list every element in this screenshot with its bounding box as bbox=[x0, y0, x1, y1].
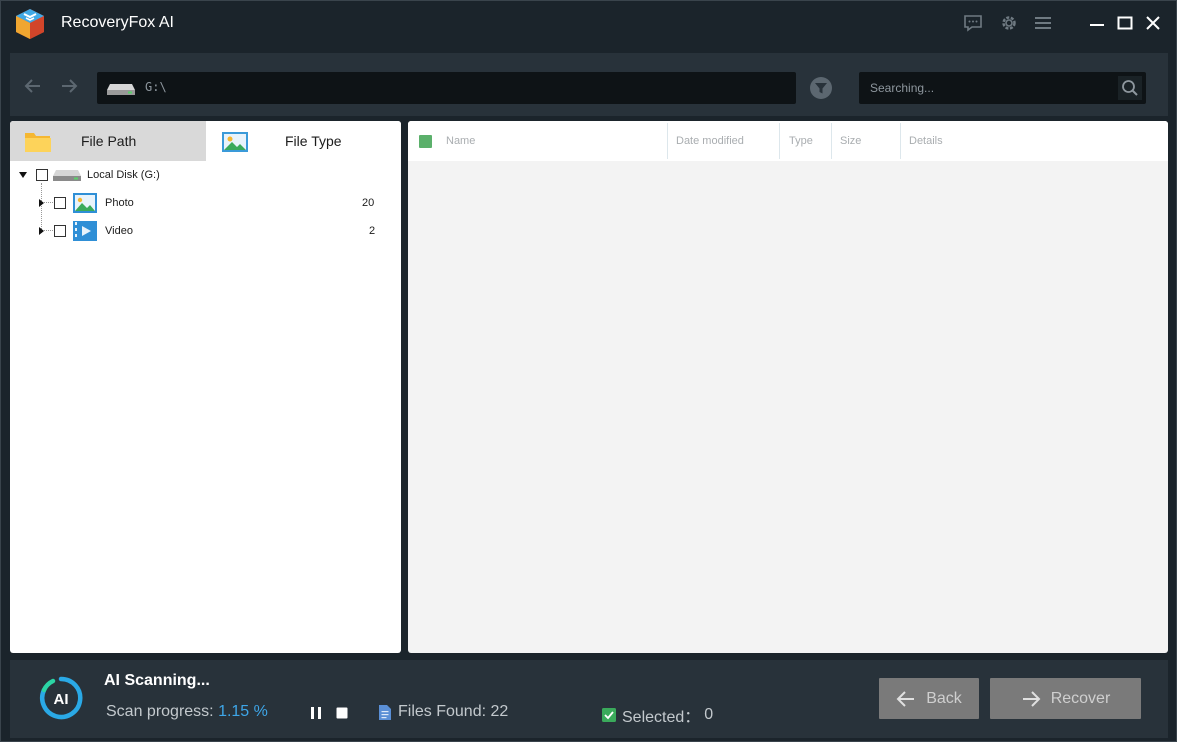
stop-icon[interactable] bbox=[334, 705, 350, 721]
video-count: 2 bbox=[369, 225, 376, 237]
selected-label: Selected： bbox=[622, 709, 701, 726]
video-label: Video bbox=[105, 225, 133, 237]
file-list-header: Name Date modified Type Size Details bbox=[408, 121, 1168, 161]
selected-value: 0 bbox=[704, 706, 714, 723]
folder-tree-panel: File Path File Type Local Disk (G:) Phot… bbox=[10, 121, 401, 653]
column-details[interactable]: Details bbox=[909, 121, 943, 161]
view-tabs: File Path File Type bbox=[10, 121, 401, 161]
app-title: RecoveryFox AI bbox=[61, 14, 174, 31]
files-found: Files Found: 22 bbox=[378, 703, 508, 721]
settings-gear-icon[interactable] bbox=[997, 11, 1021, 35]
tree-node-local-disk[interactable]: Local Disk (G:) bbox=[18, 164, 160, 186]
column-separator bbox=[779, 123, 780, 159]
feedback-icon[interactable] bbox=[961, 11, 985, 35]
scan-progress: Scan progress: 1.15 % bbox=[106, 703, 268, 721]
toolbar: G:\ bbox=[10, 53, 1168, 116]
tab-file-path-label: File Path bbox=[81, 133, 137, 149]
photo-label: Photo bbox=[105, 197, 134, 209]
file-list-panel: Name Date modified Type Size Details bbox=[408, 121, 1168, 653]
expand-triangle-icon[interactable] bbox=[36, 226, 46, 236]
expand-triangle-icon[interactable] bbox=[36, 198, 46, 208]
search-icon[interactable] bbox=[1118, 76, 1142, 100]
menu-icon[interactable] bbox=[1031, 11, 1055, 35]
tab-file-type-label: File Type bbox=[285, 133, 342, 149]
tree-node-video[interactable]: Video bbox=[36, 220, 133, 242]
search-box bbox=[859, 72, 1146, 104]
tab-file-path[interactable]: File Path bbox=[10, 121, 206, 161]
local-disk-label: Local Disk (G:) bbox=[87, 169, 160, 181]
folder-icon bbox=[25, 133, 51, 152]
arrow-left-icon bbox=[896, 690, 915, 707]
back-button[interactable]: Back bbox=[879, 678, 979, 719]
filter-button[interactable] bbox=[807, 73, 835, 103]
close-icon[interactable] bbox=[1141, 11, 1165, 35]
checkmark-icon bbox=[602, 708, 616, 722]
app-window: RecoveryFox AI G:\ Searching... File Pat… bbox=[0, 0, 1177, 742]
pause-icon[interactable] bbox=[308, 705, 324, 721]
title-bar: RecoveryFox AI bbox=[1, 1, 1176, 47]
column-size[interactable]: Size bbox=[840, 121, 861, 161]
scan-status-title: AI Scanning... bbox=[104, 672, 210, 689]
back-arrow-icon[interactable] bbox=[20, 73, 46, 99]
collapse-triangle-icon[interactable] bbox=[18, 170, 28, 180]
video-checkbox[interactable] bbox=[54, 225, 66, 237]
photo-count: 20 bbox=[362, 197, 375, 209]
minimize-icon[interactable] bbox=[1085, 11, 1109, 35]
maximize-icon[interactable] bbox=[1113, 11, 1137, 35]
filter-icon bbox=[810, 77, 832, 99]
app-logo-icon bbox=[16, 9, 44, 39]
status-bar: AI AI Scanning... Scan progress: 1.15 % … bbox=[10, 660, 1168, 738]
back-button-label: Back bbox=[926, 689, 962, 707]
column-type[interactable]: Type bbox=[789, 121, 813, 161]
arrow-right-icon bbox=[1022, 690, 1041, 707]
ai-scanning-icon: AI bbox=[40, 676, 83, 720]
column-separator bbox=[831, 123, 832, 159]
scan-progress-value: 1.15 % bbox=[218, 703, 268, 720]
forward-arrow-icon[interactable] bbox=[56, 73, 82, 99]
search-input[interactable] bbox=[859, 72, 1114, 104]
tree-node-photo[interactable]: Photo bbox=[36, 192, 134, 214]
files-found-text: Files Found: 22 bbox=[398, 703, 509, 720]
selected-count: Selected： 0 bbox=[602, 703, 713, 727]
select-all-checkbox[interactable] bbox=[419, 135, 432, 148]
path-bar[interactable]: G:\ bbox=[97, 72, 796, 104]
path-text: G:\ bbox=[145, 80, 167, 94]
photo-checkbox[interactable] bbox=[54, 197, 66, 209]
drive-icon bbox=[53, 170, 81, 181]
local-disk-checkbox[interactable] bbox=[36, 169, 48, 181]
document-icon bbox=[379, 704, 391, 720]
recover-button-label: Recover bbox=[1050, 689, 1111, 707]
column-date-modified[interactable]: Date modified bbox=[676, 121, 744, 161]
drive-icon bbox=[107, 84, 135, 95]
column-separator bbox=[900, 123, 901, 159]
image-type-icon bbox=[222, 132, 248, 152]
scan-progress-label: Scan progress: bbox=[106, 703, 214, 720]
column-name[interactable]: Name bbox=[446, 121, 475, 161]
column-separator bbox=[667, 123, 668, 159]
recover-button[interactable]: Recover bbox=[990, 678, 1141, 719]
tab-file-type[interactable]: File Type bbox=[206, 121, 401, 161]
svg-text:AI: AI bbox=[54, 691, 69, 708]
photo-icon bbox=[73, 193, 97, 213]
video-icon bbox=[73, 221, 97, 241]
